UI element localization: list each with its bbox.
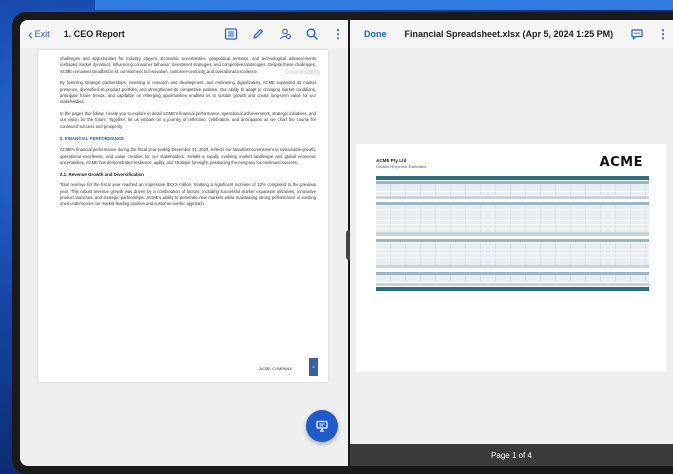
section-heading: 2. FINANCIAL PERFORMANCE bbox=[60, 136, 125, 142]
table-row bbox=[376, 238, 649, 242]
table-row bbox=[376, 213, 649, 217]
spreadsheet-pane: Done Financial Spreadsheet.xlsx (Apr 5, … bbox=[350, 20, 673, 466]
search-icon[interactable] bbox=[305, 27, 319, 41]
table-row bbox=[376, 221, 649, 225]
body-paragraph: In the pages that follow, I invite you t… bbox=[60, 110, 316, 129]
document-toolbar: ‹ Exit 1. CEO Report ⋮ bbox=[20, 20, 348, 48]
present-button[interactable] bbox=[306, 410, 338, 442]
document-title: 1. CEO Report bbox=[63, 29, 125, 39]
page-indicator: Page 1 of 4 bbox=[491, 450, 532, 460]
table-row bbox=[376, 202, 649, 206]
sheet-company-name: ACME Pty Ltd bbox=[376, 158, 407, 163]
done-button[interactable]: Done bbox=[364, 29, 387, 39]
exit-label: Exit bbox=[34, 29, 50, 39]
exit-button[interactable]: ‹ Exit bbox=[28, 27, 50, 41]
table-row bbox=[376, 205, 649, 210]
table-grand-total-row bbox=[376, 286, 649, 291]
table-row bbox=[376, 232, 649, 236]
page-indicator-bar: Page 1 of 4 bbox=[350, 444, 673, 466]
table-row bbox=[376, 195, 649, 199]
document-page: Downloading challenges and opportunities… bbox=[38, 50, 328, 382]
more-vertical-icon[interactable]: ⋮ bbox=[657, 27, 669, 41]
table-header-row bbox=[376, 176, 649, 180]
table-row bbox=[376, 253, 649, 258]
body-paragraph: ACME's financial performance during the … bbox=[60, 147, 316, 166]
table-row bbox=[376, 217, 649, 221]
table-row bbox=[376, 228, 649, 232]
table-row bbox=[376, 191, 649, 196]
body-paragraph: challenges and opportunities for industr… bbox=[60, 56, 316, 74]
spreadsheet-page: ACME Pty Ltd Detailed Expense Estimates … bbox=[356, 144, 667, 372]
document-toolbar-icons: ⋮ bbox=[224, 27, 344, 41]
table-row bbox=[376, 275, 649, 279]
presentation-icon bbox=[316, 420, 328, 432]
table-row bbox=[376, 242, 649, 246]
list-icon[interactable] bbox=[224, 27, 238, 41]
table-row bbox=[376, 184, 649, 188]
table-row bbox=[376, 282, 649, 287]
table-row bbox=[376, 265, 649, 269]
pencil-icon[interactable] bbox=[251, 27, 265, 41]
chevron-left-icon: ‹ bbox=[28, 26, 33, 42]
file-title: Financial Spreadsheet.xlsx (Apr 5, 2024 … bbox=[404, 29, 614, 39]
more-vertical-icon[interactable]: ⋮ bbox=[332, 27, 344, 41]
spreadsheet-table bbox=[376, 176, 649, 291]
table-row bbox=[376, 279, 649, 283]
table-row bbox=[376, 257, 649, 261]
table-row bbox=[376, 188, 649, 192]
comment-icon[interactable] bbox=[630, 27, 644, 41]
background-band bbox=[95, 0, 673, 10]
tablet-frame: ‹ Exit 1. CEO Report ⋮ Downloading chall… bbox=[12, 12, 673, 474]
table-row bbox=[376, 261, 649, 265]
body-paragraph: By fostering strategic partnerships, inv… bbox=[60, 80, 316, 105]
spreadsheet-toolbar: Done Financial Spreadsheet.xlsx (Apr 5, … bbox=[350, 20, 673, 48]
table-row bbox=[376, 271, 649, 275]
document-pane: ‹ Exit 1. CEO Report ⋮ Downloading chall… bbox=[20, 20, 348, 466]
table-row bbox=[376, 224, 649, 228]
subsection-heading: 2.1. Revenue Growth and Diversification bbox=[60, 171, 144, 177]
watermark-text: Downloading bbox=[285, 70, 320, 76]
body-paragraph: Total revenue for the fiscal year reache… bbox=[60, 182, 316, 207]
table-row bbox=[376, 250, 649, 254]
people-icon[interactable] bbox=[278, 27, 292, 41]
spreadsheet-toolbar-icons: ⋮ bbox=[630, 27, 669, 41]
table-row bbox=[376, 246, 649, 250]
page-number-tab: 1 bbox=[309, 358, 318, 376]
sheet-subtitle: Detailed Expense Estimates bbox=[376, 164, 427, 169]
table-row bbox=[376, 180, 649, 184]
page-footer: ACME COMPANY bbox=[259, 365, 292, 371]
table-row bbox=[376, 209, 649, 213]
acme-logo: ACME bbox=[599, 155, 643, 170]
